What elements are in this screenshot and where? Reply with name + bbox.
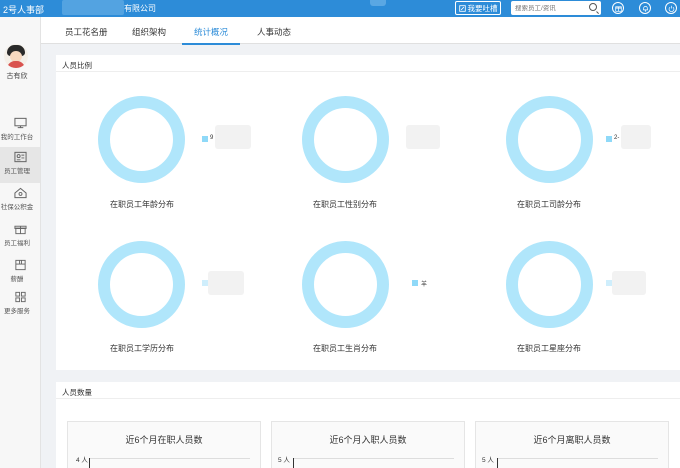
top-bar: 2号人事部 有限公司 我要吐槽: [0, 0, 680, 17]
gridline: [293, 458, 454, 459]
tab-hr-updates[interactable]: 人事动态: [257, 26, 291, 38]
y-axis-label: 5 人: [482, 457, 494, 464]
sidebar-item-salary[interactable]: 薪酬: [0, 255, 40, 291]
company-name: 有限公司: [124, 4, 156, 13]
chart-title: 在职员工年龄分布: [110, 200, 174, 209]
legend-label: 9: [210, 135, 214, 141]
legend-swatch: [412, 280, 418, 286]
redacted-header-item: [370, 0, 386, 6]
gridline: [89, 458, 250, 459]
tab-bar: 员工花名册 组织架构 统计概况 人事动态: [41, 17, 680, 45]
card-title: 近6个月在职人员数: [125, 435, 203, 445]
legend-label: 羊: [421, 282, 428, 288]
ratio-panel-title: 人员比例: [56, 55, 680, 72]
grid-icon: [14, 291, 26, 303]
card-title: 近6个月离职人员数: [533, 435, 611, 445]
redacted-company-name: [62, 0, 124, 15]
power-icon[interactable]: [665, 2, 677, 14]
edit-icon: [458, 4, 466, 12]
bell-icon[interactable]: [639, 2, 651, 14]
sidebar-item-label: 我的工作台: [0, 134, 34, 141]
y-axis-label: 4 人: [76, 457, 88, 464]
monitor-icon: [13, 117, 27, 129]
sidebar-item-more-services[interactable]: 更多服务: [0, 287, 40, 323]
tab-statistics[interactable]: 统计概况: [194, 26, 228, 38]
y-axis-line: [497, 458, 498, 468]
house-icon: [13, 187, 27, 199]
redacted-legend: [406, 125, 440, 149]
redacted-legend: [621, 125, 651, 149]
gender-donut-chart[interactable]: [302, 96, 389, 183]
active-tab-indicator: [182, 43, 240, 45]
gridline: [497, 458, 658, 459]
new-hires-card: 近6个月入职人员数 5 人: [271, 421, 465, 468]
brand-name[interactable]: 2号人事部: [3, 3, 44, 16]
legend-swatch: [606, 136, 612, 142]
sidebar-item-employee-management[interactable]: 员工管理: [0, 147, 40, 183]
sidebar-item-label: 更多服务: [4, 308, 30, 315]
feedback-button[interactable]: 我要吐槽: [455, 1, 501, 15]
legend-swatch: [202, 136, 208, 142]
departures-card: 近6个月离职人员数 5 人: [475, 421, 669, 468]
chart-title: 在职员工生肖分布: [313, 344, 377, 353]
employee-card-icon: [13, 151, 27, 163]
legend-label: 2-: [614, 135, 620, 141]
user-name[interactable]: 古有欣: [0, 71, 34, 81]
education-donut-chart[interactable]: [98, 241, 185, 328]
sidebar: 古有欣 我的工作台 员工管理 社保公积金 员工福利 薪酬 更多服务: [0, 17, 41, 468]
y-axis-label: 5 人: [278, 457, 290, 464]
redacted-legend: [208, 271, 244, 295]
sidebar-item-label: 员工管理: [4, 168, 30, 175]
chart-title: 在职员工星座分布: [517, 344, 581, 353]
count-panel-title: 人员数量: [56, 382, 680, 399]
search-box[interactable]: [511, 1, 601, 15]
sidebar-item-label: 员工福利: [4, 240, 30, 247]
gift-icon: [13, 225, 27, 235]
y-axis-line: [89, 458, 90, 468]
constellation-donut-chart[interactable]: [506, 241, 593, 328]
active-staff-card: 近6个月在职人员数 4 人: [67, 421, 261, 468]
age-donut-chart[interactable]: [98, 96, 185, 183]
zodiac-donut-chart[interactable]: [302, 241, 389, 328]
sidebar-item-label: 社保公积金: [0, 204, 34, 211]
avatar[interactable]: [4, 44, 28, 68]
redacted-legend: [612, 271, 646, 295]
ratio-panel: 人员比例 9 在职员工年龄分布 在职员工性别分布 2- 在职员工司龄分布 在职员…: [56, 55, 680, 370]
sidebar-item-social-security[interactable]: 社保公积金: [0, 183, 40, 219]
wallet-icon: [14, 259, 26, 271]
feedback-label: 我要吐槽: [467, 3, 498, 13]
sidebar-item-workbench[interactable]: 我的工作台: [0, 113, 40, 149]
sidebar-item-label: 薪酬: [10, 276, 24, 283]
card-title: 近6个月入职人员数: [329, 435, 407, 445]
chart-title: 在职员工司龄分布: [517, 200, 581, 209]
sidebar-item-benefits[interactable]: 员工福利: [0, 219, 40, 255]
gift-icon[interactable]: [612, 2, 624, 14]
search-input[interactable]: [515, 4, 587, 12]
chart-title: 在职员工性别分布: [313, 200, 377, 209]
tab-org-structure[interactable]: 组织架构: [132, 26, 166, 38]
chart-title: 在职员工学历分布: [110, 344, 174, 353]
tab-employee-roster[interactable]: 员工花名册: [65, 26, 108, 38]
redacted-legend: [215, 125, 251, 149]
y-axis-line: [293, 458, 294, 468]
tenure-donut-chart[interactable]: [506, 96, 593, 183]
search-icon[interactable]: [589, 3, 597, 11]
